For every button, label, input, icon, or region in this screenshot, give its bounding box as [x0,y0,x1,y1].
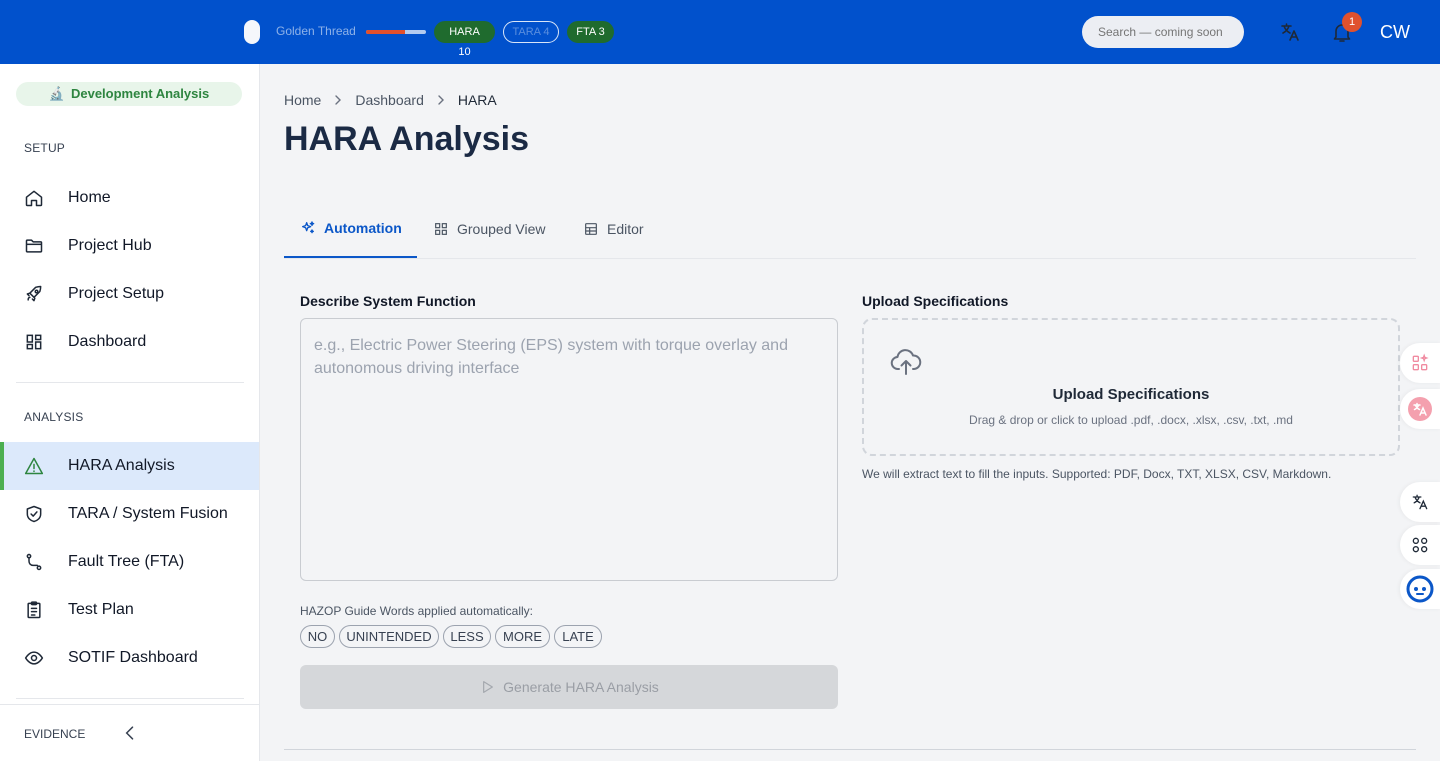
guide-word-chip: LESS [443,625,491,648]
breadcrumb-dashboard[interactable]: Dashboard [355,92,424,108]
guide-word-chip: UNINTENDED [339,625,439,648]
dock-apps-sparkle-button[interactable] [1400,343,1440,383]
upload-label: Upload Specifications [862,293,1009,309]
home-icon [24,188,44,208]
describe-label: Describe System Function [300,293,476,309]
guide-word-chip: NO [300,625,335,648]
sidebar-item-test-plan[interactable]: Test Plan [0,586,259,634]
analysis-heading: ANALYSIS [24,410,84,424]
sidebar-item-label: Home [68,189,111,206]
clipboard-icon [24,600,44,620]
sidebar-divider [16,698,244,699]
hara-count-chip[interactable]: HARA 10 [434,21,495,58]
chevron-right-icon [335,95,342,105]
breadcrumb-home[interactable]: Home [284,92,321,108]
context-pill-label: Development Analysis [70,86,210,101]
guide-word-chip: LATE [554,625,602,648]
fta-count-chip[interactable]: FTA 3 [567,21,614,43]
assistant-bot-icon [1406,575,1434,603]
translate-badge-icon [1408,397,1432,421]
apps-sparkle-icon [1412,353,1429,371]
hazop-label: HAZOP Guide Words applied automatically: [300,604,533,618]
sidebar-item-label: Project Setup [68,285,165,302]
user-avatar[interactable]: CW [1380,20,1410,44]
sidebar-item-sotif-dashboard[interactable]: SOTIF Dashboard [0,634,259,682]
sparkles-icon [302,221,315,234]
system-function-textarea[interactable] [300,318,838,581]
sidebar-item-label: TARA / System Fusion [68,505,228,522]
upload-note: We will extract text to fill the inputs.… [862,467,1332,481]
dock-translate-button[interactable] [1400,389,1440,429]
chevron-left-icon[interactable] [120,723,140,743]
notification-badge: 1 [1342,12,1362,32]
folder-icon [24,236,44,256]
tab-automation[interactable]: Automation [284,200,417,258]
evidence-section[interactable]: EVIDENCE [0,704,259,761]
setup-heading: SETUP [24,141,66,155]
sidebar-item-label: Fault Tree (FTA) [68,553,185,570]
generate-hara-button[interactable]: Generate HARA Analysis [300,665,838,709]
tab-grouped-view[interactable]: Grouped View [433,200,545,258]
microscope-icon: 🔬 [48,86,65,101]
eye-icon [24,648,44,668]
sidebar-item-fault-tree[interactable]: Fault Tree (FTA) [0,538,259,586]
upload-dropzone[interactable]: Upload Specifications Drag & drop or cli… [862,318,1400,456]
sidebar-divider [16,382,244,383]
cloud-upload-icon [890,349,922,375]
warning-icon [24,456,44,476]
sidebar-item-dashboard[interactable]: Dashboard [0,318,259,366]
sidebar-item-label: Project Hub [68,237,152,254]
translate-icon[interactable] [1278,20,1302,44]
sidebar-item-label: Dashboard [68,333,147,350]
chevron-right-icon [438,95,444,105]
context-pill[interactable]: 🔬 Development Analysis [16,82,242,106]
dock-translate-text-button[interactable] [1400,482,1440,522]
sidebar-item-project-hub[interactable]: Project Hub [0,222,259,270]
tab-editor[interactable]: Editor [583,200,644,258]
dock-assistant-button[interactable] [1400,569,1440,609]
breadcrumb: Home Dashboard HARA [284,92,497,108]
breadcrumb-current: HARA [457,92,497,108]
dashboard-icon [24,332,44,352]
grid-icon [435,223,447,235]
sidebar-item-label: HARA Analysis [68,457,175,474]
translate-icon [1412,494,1428,510]
dock-apps-button[interactable] [1400,525,1440,565]
dropzone-title: Upload Specifications [1052,386,1210,403]
sidebar: 🔬 Development Analysis SETUP Home Project… [0,64,260,761]
shield-check-icon [24,504,44,524]
route-icon [24,552,44,572]
tab-label: Grouped View [457,221,546,237]
tab-label: Automation [324,220,402,236]
play-icon [483,681,494,693]
dropzone-subtitle: Drag & drop or click to upload .pdf, .do… [969,413,1293,427]
guide-word-chip: MORE [495,625,550,648]
golden-thread-progress [366,30,426,34]
evidence-heading: EVIDENCE [24,727,86,741]
section-divider [284,749,1416,750]
sidebar-item-project-setup[interactable]: Project Setup [0,270,259,318]
golden-thread-label: Golden Thread [276,24,356,38]
sidebar-item-label: SOTIF Dashboard [68,649,198,666]
tara-count-chip[interactable]: TARA 4 [503,21,559,43]
tab-label: Editor [607,221,644,237]
top-app-bar: Golden Thread HARA 10 TARA 4 FTA 3 1 CW [0,0,1440,64]
page-title: HARA Analysis [284,120,529,158]
generate-button-label: Generate HARA Analysis [503,679,659,695]
tab-bar: Automation Grouped View Editor [284,200,1416,259]
sidebar-item-home[interactable]: Home [0,174,259,222]
thread-toggle[interactable] [244,20,260,44]
sidebar-item-tara[interactable]: TARA / System Fusion [0,490,259,538]
rocket-icon [24,284,44,304]
search-input[interactable] [1082,16,1244,48]
table-icon [585,223,597,235]
sidebar-item-hara-analysis[interactable]: HARA Analysis [0,442,259,490]
sidebar-item-label: Test Plan [68,601,134,618]
apps-grid-icon [1412,537,1428,553]
